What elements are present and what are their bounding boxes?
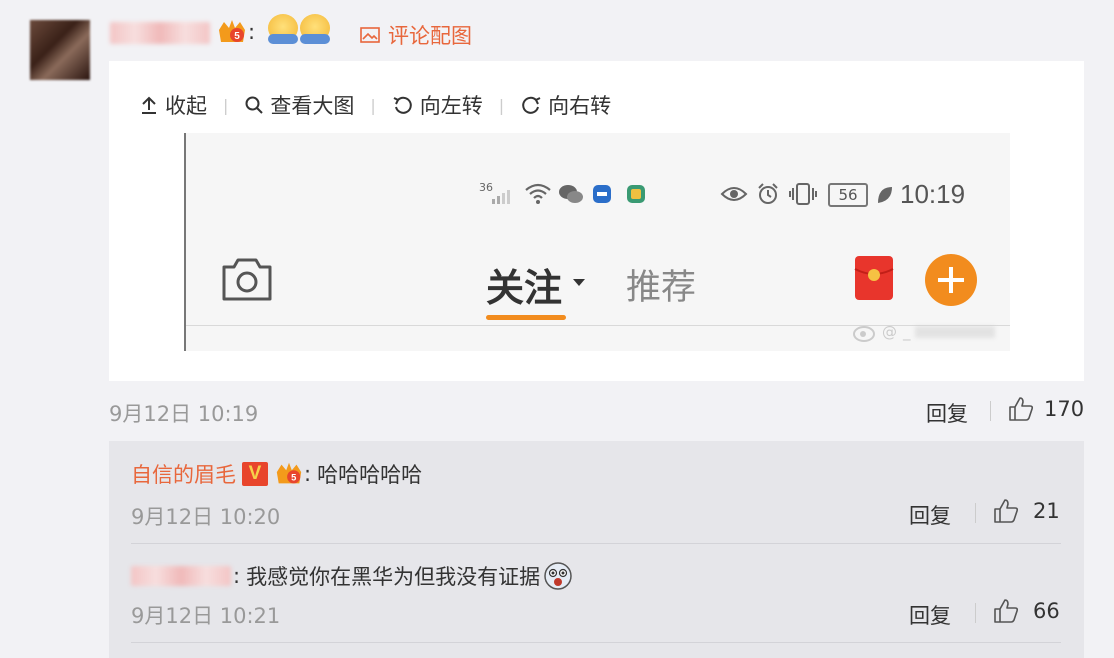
collapse-up-icon [142,96,156,114]
tab-recommend: 推荐 [626,268,697,308]
camera-icon [222,258,272,301]
rotate-right-icon [522,96,541,114]
image-icon [360,27,380,43]
toolbar-divider: | [498,95,505,115]
search-icon [245,96,264,114]
reply-time: 9月12日 10:20 [131,505,281,529]
toolbar-divider: | [370,95,376,115]
reply-text: 我感觉你在黑华为但我没有证据 [246,565,541,589]
signal-icon [492,190,510,204]
reply-item: : 我感觉你在黑华为但我没有证据 [131,561,574,591]
reply-text: 哈哈哈哈哈 [317,463,423,487]
like-button[interactable]: 66 [993,598,1060,624]
svg-text:5: 5 [291,473,296,483]
comment-image[interactable]: 36 56 10:19 关注 推荐 @ _ [184,133,1010,351]
wechat-icon [559,185,583,203]
battery-icon: 56 [828,183,868,207]
collapse-button[interactable]: 收起 [139,90,207,120]
avatar[interactable] [30,20,90,80]
like-count: 170 [1044,397,1085,421]
eye-icon [720,187,748,201]
reply-separator: : [304,462,312,486]
vibrate-icon [789,183,817,205]
view-large-label: 查看大图 [270,94,355,118]
reply-separator: : [233,564,241,588]
wifi-icon [525,183,551,204]
verified-badge-icon: V [242,462,268,486]
like-button[interactable]: 21 [993,498,1060,524]
collapse-label: 收起 [165,94,207,118]
watermark-blur [914,326,995,338]
like-button[interactable]: 170 [1008,396,1084,422]
status-clock: 10:19 [900,179,966,209]
app-notification-icon [593,185,611,203]
battery-level: 56 [838,186,858,204]
rotate-left-icon [393,96,412,114]
comment-separator: : [248,20,256,44]
svg-text:5: 5 [234,31,240,42]
reply-nickname-blurred[interactable] [131,566,231,586]
footer-divider [975,603,976,623]
reply-item: 自信的眉毛 V 5 : 哈哈哈哈哈 [131,459,422,489]
reply-button[interactable]: 回复 [909,600,951,630]
rotate-right-label: 向右转 [548,94,612,118]
alarm-icon [758,183,778,204]
tab-follow: 关注 [486,266,563,310]
thumbs-up-icon [994,599,1019,623]
rotate-left-label: 向左转 [419,94,483,118]
comment-image-link[interactable]: 评论配图 [360,20,472,50]
rotate-left-button[interactable]: 向左转 [392,90,483,120]
watermark-text: @ _ [882,323,911,341]
shocked-emoji-icon [544,562,572,590]
comment-image-link-label: 评论配图 [388,24,472,48]
reply-button[interactable]: 回复 [926,398,968,428]
toolbar-divider: | [223,95,229,115]
reply-list: 自信的眉毛 V 5 : 哈哈哈哈哈 9月12日 10:20 回复 21 : 我感… [109,441,1084,658]
fan-badge-icon: 5 [216,18,248,46]
reply-divider [131,543,1061,544]
chevron-down-icon [573,279,585,286]
hug-emoji-icon [268,14,298,44]
like-count: 21 [1033,499,1060,523]
emoji-group [268,14,330,44]
leaf-icon [878,187,892,203]
fan-badge-icon: 5 [276,462,302,484]
footer-divider [990,401,991,421]
thumbs-up-icon [994,499,1019,523]
weibo-logo-icon [853,326,875,342]
thumbs-up-icon [1009,397,1034,421]
tab-underline [486,315,566,320]
reply-divider [131,642,1061,643]
view-large-button[interactable]: 查看大图 [244,90,354,120]
app-notification-icon [627,185,645,203]
footer-divider [975,503,976,523]
username-blurred[interactable] [110,22,210,44]
reply-time: 9月12日 10:21 [131,604,281,628]
watermark: @ _ [852,321,1002,343]
reply-button[interactable]: 回复 [909,500,951,530]
red-packet-icon [854,256,894,300]
hug-emoji-icon [300,14,330,44]
comment-time: 9月12日 10:19 [109,402,259,426]
rotate-right-button[interactable]: 向右转 [520,90,611,120]
reply-nickname[interactable]: 自信的眉毛 [131,459,236,489]
like-count: 66 [1033,599,1060,623]
add-icon [925,254,977,306]
image-toolbar: 收起 | 查看大图 | 向左转 | 向右转 [139,90,611,120]
